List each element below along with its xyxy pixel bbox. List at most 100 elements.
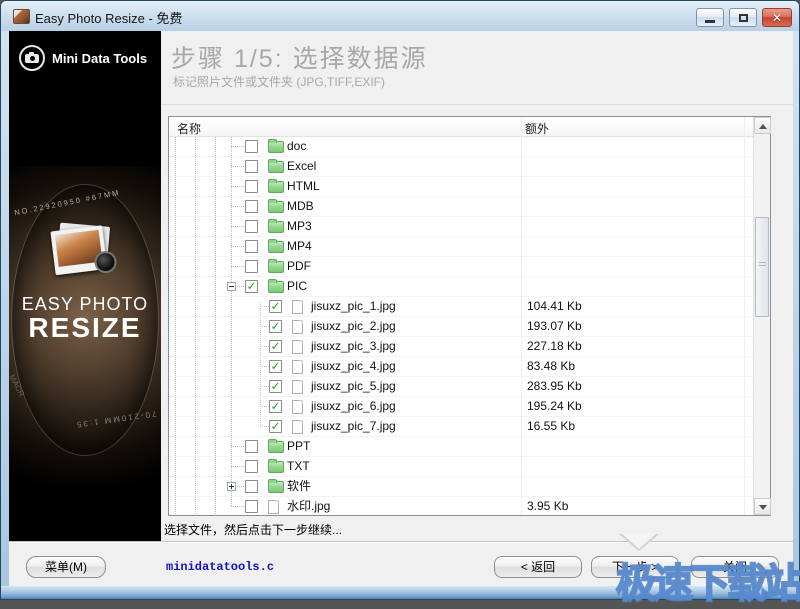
app-icon <box>13 9 30 24</box>
scroll-up-button[interactable] <box>754 117 771 134</box>
folder-icon <box>268 441 284 453</box>
checkbox[interactable]: ✓ <box>269 300 282 313</box>
checkbox[interactable] <box>245 240 258 253</box>
photo-stack-icon <box>50 225 111 277</box>
back-button[interactable]: < 返回 <box>494 556 582 578</box>
arrow-down-icon <box>759 505 767 510</box>
checkbox[interactable]: ✓ <box>269 320 282 333</box>
status-hint: 选择文件，然后点击下一步继续... <box>164 521 342 538</box>
checkbox[interactable]: ✓ <box>269 420 282 433</box>
sidebar: Mini Data Tools NO.22920950 #67MM EASY P… <box>9 31 161 541</box>
column-header-extra: 额外 <box>525 120 549 137</box>
tree-item-label: jisuxz_pic_1.jpg <box>311 297 396 316</box>
column-header-name: 名称 <box>177 120 201 137</box>
checkmark-icon: ✓ <box>270 401 281 412</box>
file-icon <box>292 380 303 394</box>
close-wizard-button[interactable]: 关闭 <box>691 556 779 578</box>
tree-item-label: jisuxz_pic_4.jpg <box>311 357 396 376</box>
tree-row[interactable]: ✓jisuxz_pic_6.jpg195.24 Kb <box>169 397 753 417</box>
folder-icon <box>268 181 284 193</box>
file-icon <box>292 400 303 414</box>
website-link[interactable]: minidatatools.c <box>166 560 274 574</box>
checkbox[interactable] <box>245 440 258 453</box>
checkbox[interactable] <box>245 460 258 473</box>
tree-connector <box>231 246 245 247</box>
tree-row[interactable]: ✓ jisuxz_pic_7.jpg 16.55 Kb <box>169 417 753 437</box>
checkbox[interactable]: ✓ <box>269 380 282 393</box>
checkbox[interactable] <box>245 140 258 153</box>
close-button[interactable]: ✕ <box>762 8 792 27</box>
tree-row[interactable]: ✓jisuxz_pic_3.jpg227.18 Kb <box>169 337 753 357</box>
checkmark-icon: ✓ <box>270 301 281 312</box>
tree-row[interactable]: TXT <box>169 457 753 477</box>
scroll-down-button[interactable] <box>754 498 771 515</box>
app-window: Easy Photo Resize - 免费 ✕ Mini Data Tools… <box>0 0 800 600</box>
checkbox[interactable] <box>245 220 258 233</box>
tree-row[interactable]: MP3 <box>169 217 753 237</box>
checkbox[interactable] <box>245 160 258 173</box>
minimize-icon <box>705 20 715 23</box>
file-size: 283.95 Kb <box>527 377 582 396</box>
checkbox[interactable]: ✓ <box>269 340 282 353</box>
checkbox[interactable] <box>245 260 258 273</box>
tree-connector <box>231 146 245 147</box>
tree-row[interactable]: doc <box>169 137 753 157</box>
tree-item-label: jisuxz_pic_3.jpg <box>311 337 396 356</box>
tree-connector <box>231 166 245 167</box>
tree-connector <box>231 466 245 467</box>
checkmark-icon: ✓ <box>246 281 257 292</box>
tree-row[interactable]: HTML <box>169 177 753 197</box>
file-size: 83.48 Kb <box>527 357 575 376</box>
tree-row[interactable]: ✓PIC <box>169 277 753 297</box>
checkbox[interactable] <box>245 480 258 493</box>
tree-item-label: jisuxz_pic_7.jpg <box>311 417 396 436</box>
header-separator <box>161 104 793 105</box>
collapse-toggle-icon[interactable] <box>227 282 236 291</box>
tree-connector <box>260 426 269 427</box>
checkbox[interactable]: ✓ <box>245 280 258 293</box>
tree-item-label: jisuxz_pic_5.jpg <box>311 377 396 396</box>
minimize-button[interactable] <box>696 8 724 27</box>
lens-artwork: NO.22920950 #67MM EASY PHOTO RESIZE 70-2… <box>9 166 161 486</box>
file-size: 16.55 Kb <box>527 417 575 436</box>
scrollbar-thumb[interactable] <box>755 217 769 317</box>
file-icon <box>292 360 303 374</box>
tree-row[interactable]: ✓ jisuxz_pic_5.jpg 283.95 Kb <box>169 377 753 397</box>
tree-rows: docExcelHTMLMDBMP3MP4PDF✓PIC✓jisuxz_pic_… <box>169 137 753 515</box>
file-size: 195.24 Kb <box>527 397 582 416</box>
tree-item-label: PPT <box>287 437 310 456</box>
expand-toggle-icon[interactable] <box>227 482 236 491</box>
tree-row[interactable]: Excel <box>169 157 753 177</box>
tree-row[interactable]: ✓jisuxz_pic_2.jpg193.07 Kb <box>169 317 753 337</box>
tree-row[interactable]: 软件 <box>169 477 753 497</box>
tree-item-label: 软件 <box>287 477 311 496</box>
content-area: Mini Data Tools NO.22920950 #67MM EASY P… <box>9 31 793 586</box>
next-button[interactable]: 下一步 > <box>591 556 679 578</box>
arrow-up-icon <box>759 124 767 129</box>
window-bottom-frame <box>1 586 800 600</box>
logo-resize: RESIZE <box>9 312 161 344</box>
tree-row[interactable]: MDB <box>169 197 753 217</box>
tree-connector <box>231 506 245 507</box>
tree-connector <box>260 406 269 407</box>
vertical-scrollbar[interactable] <box>753 117 770 515</box>
menu-button[interactable]: 菜单(M) <box>26 556 106 578</box>
checkbox[interactable] <box>245 180 258 193</box>
folder-icon <box>268 461 284 473</box>
maximize-button[interactable] <box>729 8 757 27</box>
checkbox[interactable]: ✓ <box>269 400 282 413</box>
tree-row[interactable]: 水印.jpg3.95 Kb <box>169 497 753 515</box>
checkbox[interactable] <box>245 500 258 513</box>
tree-row[interactable]: ✓ jisuxz_pic_4.jpg 83.48 Kb <box>169 357 753 377</box>
checkbox[interactable] <box>245 200 258 213</box>
tree-row[interactable]: ✓jisuxz_pic_1.jpg104.41 Kb <box>169 297 753 317</box>
tree-item-label: doc <box>287 137 306 156</box>
tree-item-label: TXT <box>287 457 310 476</box>
tree-item-label: Excel <box>287 157 316 176</box>
tree-row[interactable]: PPT <box>169 437 753 457</box>
tree-row[interactable]: MP4 <box>169 237 753 257</box>
checkbox[interactable]: ✓ <box>269 360 282 373</box>
title-bar[interactable]: Easy Photo Resize - 免费 ✕ <box>1 1 799 31</box>
tree-row[interactable]: PDF <box>169 257 753 277</box>
tree-connector <box>231 266 245 267</box>
